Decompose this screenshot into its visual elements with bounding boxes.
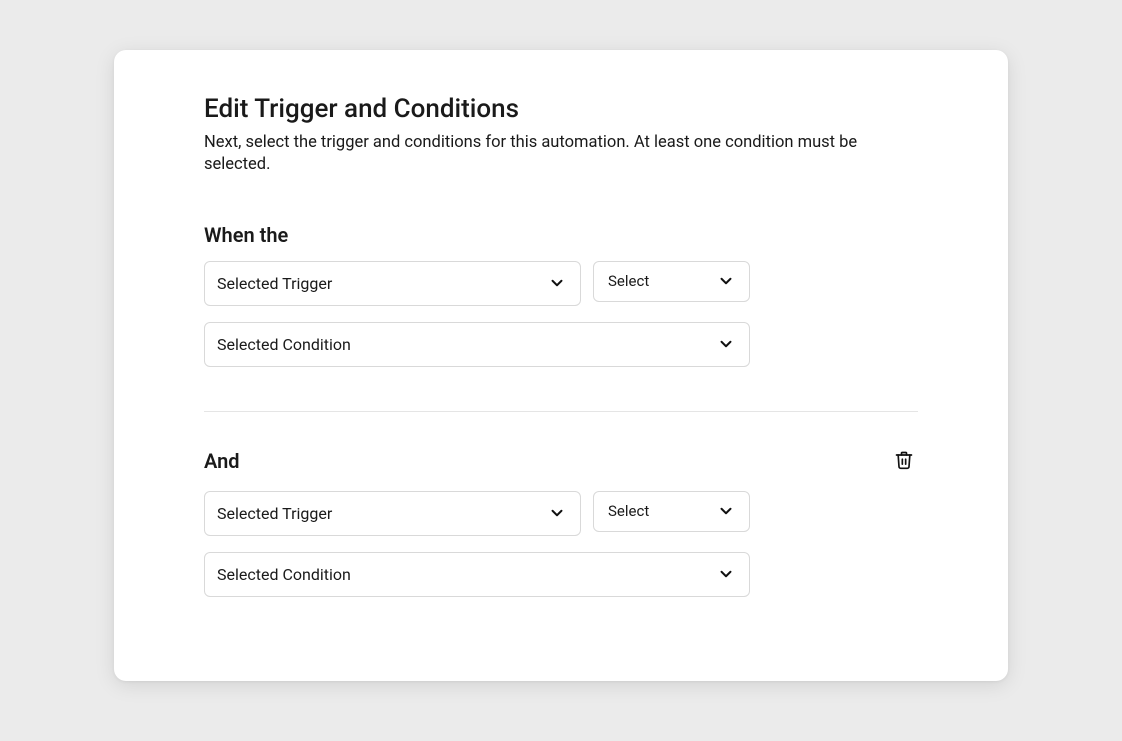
trash-icon (894, 450, 914, 473)
select-dropdown-1[interactable]: Select (593, 491, 750, 532)
trigger-dropdown-0[interactable]: Selected Trigger (204, 261, 581, 306)
condition-row-0: Selected Condition (204, 322, 918, 367)
section-heading-0: When the (204, 223, 288, 247)
trigger-section-1: And Selected Trigger (204, 440, 918, 641)
condition-dropdown-1[interactable]: Selected Condition (204, 552, 750, 597)
delete-section-button[interactable] (890, 446, 918, 477)
section-header-0: When the (204, 223, 918, 247)
condition-dropdown-label-1: Selected Condition (217, 565, 351, 584)
condition-row-1: Selected Condition (204, 552, 918, 597)
chevron-down-icon (717, 272, 735, 290)
trigger-row-0: Selected Trigger Select (204, 261, 918, 306)
section-header-1: And (204, 446, 918, 477)
select-dropdown-0[interactable]: Select (593, 261, 750, 302)
chevron-down-icon (717, 502, 735, 520)
condition-dropdown-label-0: Selected Condition (217, 335, 351, 354)
chevron-down-icon (548, 504, 566, 522)
trigger-row-1: Selected Trigger Select (204, 491, 918, 536)
section-heading-1: And (204, 449, 240, 473)
card-subtitle: Next, select the trigger and conditions … (204, 132, 904, 177)
chevron-down-icon (548, 274, 566, 292)
trigger-dropdown-1[interactable]: Selected Trigger (204, 491, 581, 536)
select-dropdown-label-0: Select (608, 272, 649, 290)
trigger-dropdown-label-1: Selected Trigger (217, 504, 332, 523)
trigger-dropdown-label-0: Selected Trigger (217, 274, 332, 293)
chevron-down-icon (717, 565, 735, 583)
section-divider (204, 411, 918, 412)
select-dropdown-label-1: Select (608, 502, 649, 520)
condition-dropdown-0[interactable]: Selected Condition (204, 322, 750, 367)
chevron-down-icon (717, 335, 735, 353)
edit-trigger-card: Edit Trigger and Conditions Next, select… (114, 50, 1008, 681)
card-title: Edit Trigger and Conditions (204, 94, 918, 124)
trigger-section-0: When the Selected Trigger Select Selecte… (204, 217, 918, 411)
